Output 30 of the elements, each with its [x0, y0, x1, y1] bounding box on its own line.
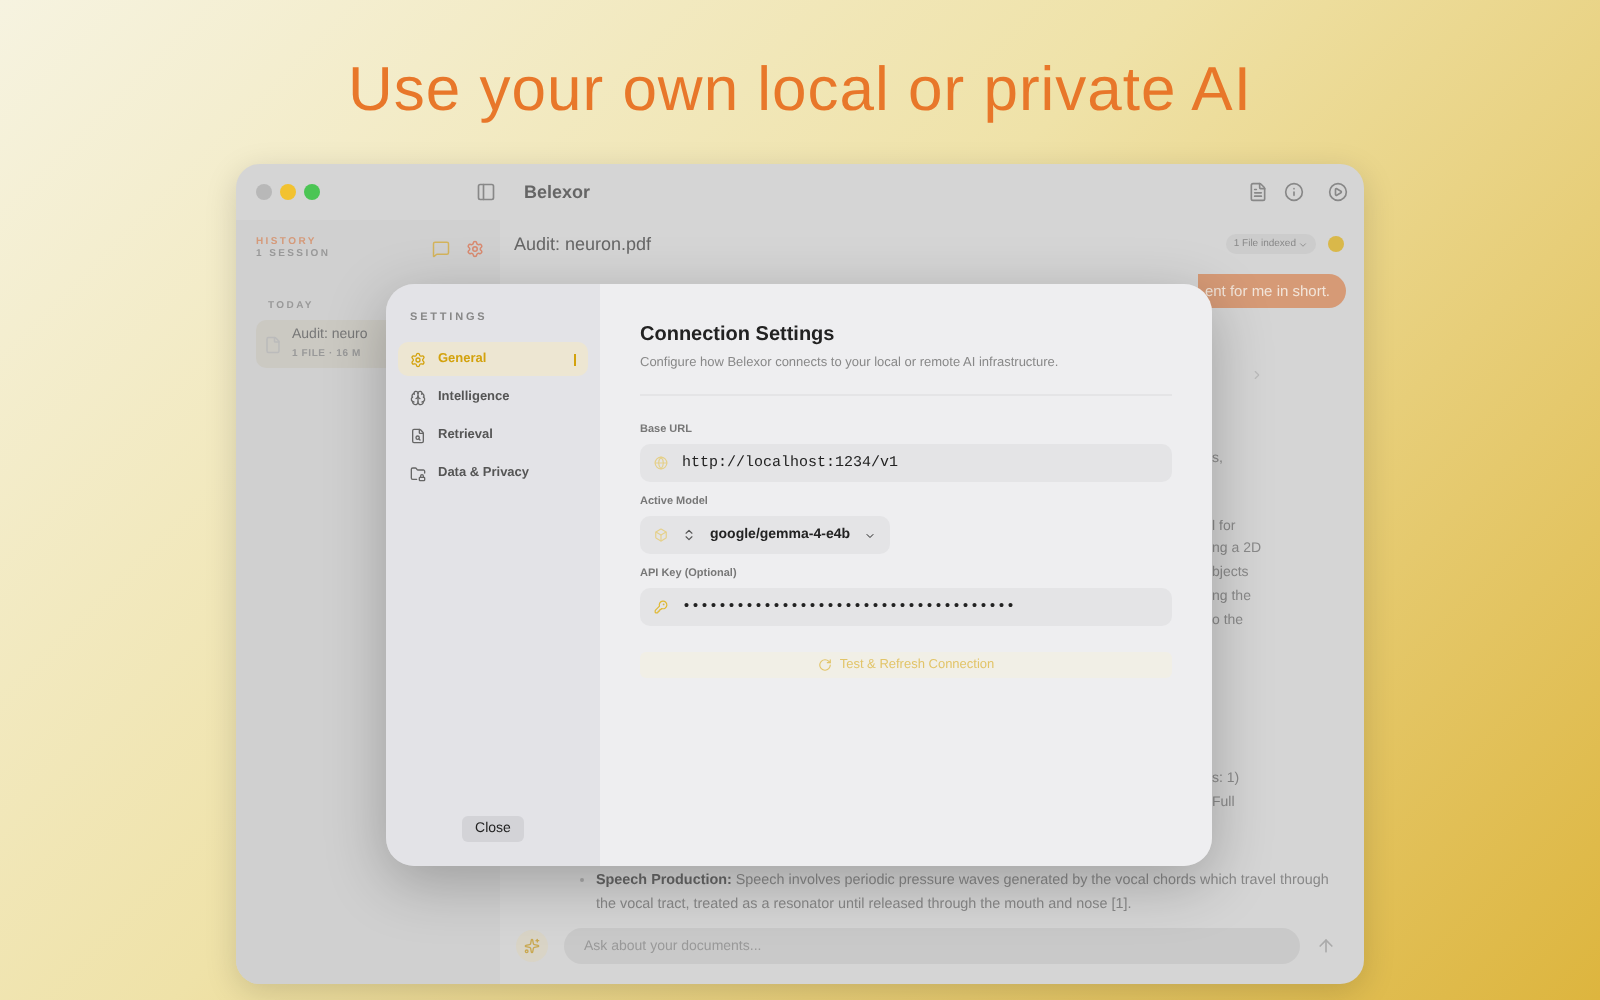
chevron-icon	[864, 529, 877, 541]
sparkle-icon	[524, 938, 540, 954]
chevron-icon	[1298, 239, 1308, 249]
folder-lock-icon	[410, 465, 426, 481]
globe-icon	[654, 456, 668, 470]
active-indicator	[574, 353, 576, 365]
status-dot-icon	[1328, 236, 1344, 252]
refresh-icon	[817, 658, 832, 672]
document-icon[interactable]	[1248, 182, 1268, 202]
document-title: Audit: neuron.pdf	[514, 234, 654, 254]
play-circle-icon[interactable]	[1328, 182, 1348, 202]
updown-icon	[682, 528, 696, 542]
sparkle-button[interactable]	[516, 930, 548, 962]
settings-icon[interactable]	[466, 239, 484, 257]
sidebar-toggle-icon[interactable]	[476, 182, 496, 202]
chevron-icon	[1250, 368, 1264, 382]
key-icon	[654, 600, 668, 614]
cube-icon	[654, 528, 668, 542]
chat-icon[interactable]	[432, 239, 450, 257]
settings-icon	[410, 351, 426, 367]
close-control[interactable]	[256, 184, 272, 200]
minimize-control[interactable]	[280, 184, 296, 200]
send-icon[interactable]	[1316, 936, 1336, 956]
file-search-icon	[410, 427, 426, 443]
window-title: Belexor	[524, 182, 591, 202]
headline: Use your own local or private AI	[348, 54, 1252, 128]
brain-icon	[410, 389, 426, 405]
zoom-control[interactable]	[304, 184, 320, 200]
dialog-title: Connection Settings	[640, 324, 837, 346]
info-icon[interactable]	[1284, 182, 1304, 202]
